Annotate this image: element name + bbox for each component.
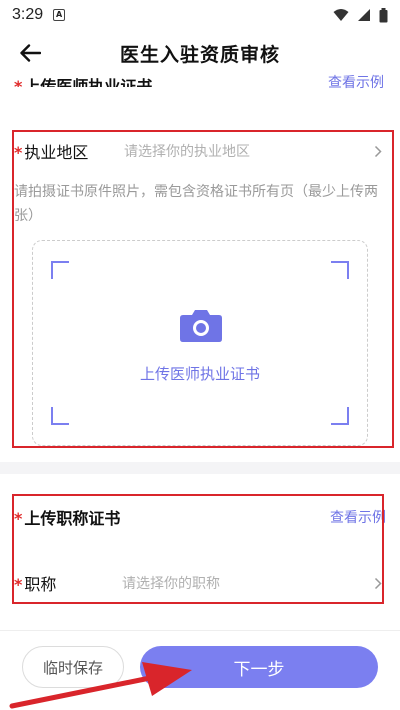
title-cert-section-title-text: 上传职称证书	[24, 509, 121, 528]
camera-icon	[180, 310, 222, 342]
back-button[interactable]	[14, 38, 46, 68]
practice-region-label: * 执业地区	[14, 139, 114, 163]
title-cert-section-title: * 上传职称证书	[14, 505, 120, 529]
status-indicators	[333, 7, 388, 23]
view-example-link[interactable]: 查看示例	[330, 507, 386, 527]
nav-bar: 医生入驻资质审核	[0, 30, 400, 76]
license-section-header: * 上传医师执业证书 查看示例	[0, 74, 400, 104]
view-example-link[interactable]: 查看示例	[328, 72, 384, 92]
practice-region-selector[interactable]: * 执业地区 请选择你的执业地区	[14, 136, 386, 166]
title-cert-section-header: * 上传职称证书 查看示例	[14, 505, 386, 529]
corner-mark-icon	[51, 261, 69, 279]
temporary-save-button[interactable]: 临时保存	[22, 646, 124, 688]
status-bar: 3:29 A	[0, 0, 400, 30]
professional-title-label-text: 职称	[24, 575, 57, 594]
footer-divider	[0, 630, 400, 631]
required-mark: *	[14, 509, 23, 528]
required-mark: *	[14, 143, 23, 162]
chevron-right-icon	[370, 575, 386, 591]
practice-region-placeholder: 请选择你的执业地区	[124, 144, 250, 160]
practice-region-label-text: 执业地区	[24, 143, 89, 162]
required-mark: *	[14, 575, 23, 594]
corner-mark-icon	[51, 407, 69, 425]
status-time: 3:29	[12, 6, 44, 23]
professional-title-selector[interactable]: * 职称 请选择你的职称	[14, 568, 386, 598]
section-divider	[0, 462, 400, 474]
upload-license-box[interactable]: 上传医师执业证书	[32, 240, 368, 446]
license-section-title-text: 上传医师执业证书	[24, 77, 153, 87]
battery-icon	[379, 7, 388, 22]
corner-mark-icon	[331, 261, 349, 279]
signal-icon	[358, 9, 370, 21]
professional-title-placeholder: 请选择你的职称	[122, 576, 220, 592]
license-section-title: * 上传医师执业证书	[14, 73, 152, 87]
photo-hint-text: 请拍摄证书原件照片，需包含资格证书所有页（最少上传两张）	[14, 184, 378, 224]
required-mark: *	[14, 77, 23, 87]
page-title: 医生入驻资质审核	[119, 43, 280, 66]
chevron-right-icon	[370, 143, 386, 159]
next-step-button[interactable]: 下一步	[140, 646, 378, 688]
corner-mark-icon	[331, 407, 349, 425]
wifi-icon	[333, 9, 349, 21]
professional-title-label: * 职称	[14, 571, 112, 595]
app-notification-icon: A	[53, 9, 66, 21]
upload-license-label: 上传医师执业证书	[139, 365, 260, 383]
back-arrow-icon	[20, 44, 41, 62]
